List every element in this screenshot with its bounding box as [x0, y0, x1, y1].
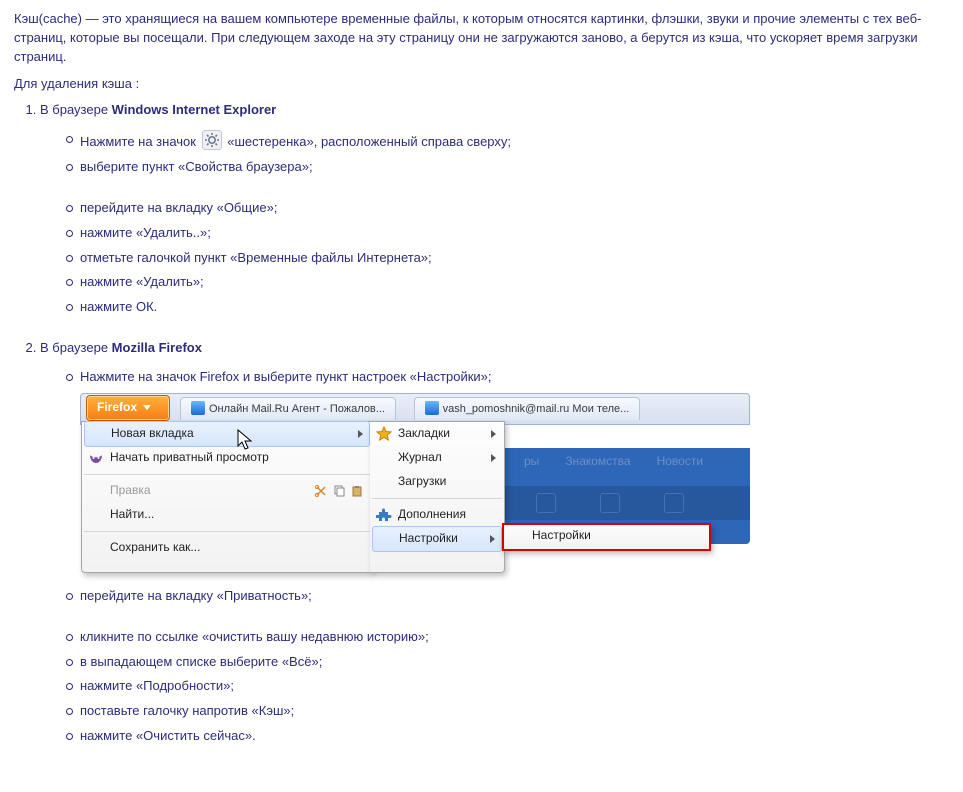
menu-item-label: Найти... [110, 506, 154, 523]
intro-paragraph: Кэш(cache) — это хранящиеся на вашем ком… [14, 10, 949, 67]
menu-item-label: Правка [110, 482, 151, 499]
menu-item-addons[interactable]: Дополнения [370, 503, 504, 527]
ff-step-4: в выпадающем списке выберите «Всё»; [66, 653, 949, 672]
ff-step-1: Нажмите на значок Firefox и выберите пун… [66, 368, 949, 387]
ie-step-4: нажмите «Удалить..»; [66, 224, 949, 243]
firefox-button-label: Firefox [97, 399, 137, 416]
ff-step-3: кликните по ссылке «очистить вашу недавн… [66, 628, 949, 647]
ff-prefix: В браузере [40, 340, 112, 355]
caret-down-icon [143, 405, 151, 410]
mask-icon [88, 450, 104, 466]
bg-text: Новости [657, 453, 703, 470]
ie-step-1: Нажмите на значок «шестеренка», располож… [66, 130, 949, 152]
menu-item-label: Настройки [532, 527, 591, 544]
browser-tab-1[interactable]: Онлайн Mail.Ru Агент - Пожалов... [180, 397, 396, 420]
section-ie: В браузере Windows Internet Explorer Наж… [40, 101, 949, 317]
firefox-button[interactable]: Firefox [86, 395, 170, 421]
menu-item-private[interactable]: Начать приватный просмотр [82, 446, 372, 470]
ff-name: Mozilla Firefox [112, 340, 202, 355]
tab-favicon [191, 401, 205, 415]
bg-text: ры [524, 453, 539, 470]
ie-step-6: нажмите «Удалить»; [66, 273, 949, 292]
submenu-item-preferences[interactable]: Настройки [504, 525, 709, 547]
submenu-arrow-icon [490, 535, 495, 543]
submenu-arrow-icon [491, 454, 496, 462]
ie-step-2: выберите пункт «Свойства браузера»; [66, 158, 949, 177]
tab-bar: Онлайн Mail.Ru Агент - Пожалов... vash_p… [180, 397, 744, 419]
menu-item-label: Журнал [398, 449, 442, 466]
firefox-menu-screenshot: Firefox Онлайн Mail.Ru Агент - Пожалов..… [80, 393, 750, 575]
main-menu-left: Новая вкладка Начать приватный просмотр … [81, 421, 373, 573]
ie-step-3: перейдите на вкладку «Общие»; [66, 199, 949, 218]
ie-prefix: В браузере [40, 102, 112, 117]
ie-step-7: нажмите ОК. [66, 298, 949, 317]
tab-favicon [425, 401, 439, 415]
menu-item-bookmarks[interactable]: Закладки [370, 422, 504, 446]
gear-icon [202, 130, 222, 150]
ff-step-2: перейдите на вкладку «Приватность»; [66, 587, 949, 606]
toolbar-icon [600, 493, 620, 513]
copy-icon[interactable] [332, 484, 346, 498]
ie-name: Windows Internet Explorer [112, 102, 277, 117]
puzzle-icon [376, 507, 392, 523]
menu-item-label: Сохранить как... [110, 539, 200, 556]
tab-2-label: vash_pomoshnik@mail.ru Мои теле... [443, 403, 630, 415]
tab-1-label: Онлайн Mail.Ru Агент - Пожалов... [209, 403, 385, 415]
menu-item-label: Загрузки [398, 473, 446, 490]
menu-separator [372, 498, 502, 499]
browser-tab-2[interactable]: vash_pomoshnik@mail.ru Мои теле... [414, 397, 641, 420]
menu-item-find[interactable]: Найти... [82, 503, 372, 527]
ff-step-7: нажмите «Очистить сейчас». [66, 727, 949, 746]
menu-separator [84, 474, 370, 475]
menu-item-save-as[interactable]: Сохранить как... [82, 536, 372, 560]
star-icon [376, 426, 392, 442]
ff-step-5: нажмите «Подробности»; [66, 677, 949, 696]
toolbar-icon [664, 493, 684, 513]
submenu-arrow-icon [491, 430, 496, 438]
menu-separator [84, 531, 370, 532]
menu-item-label: Начать приватный просмотр [110, 449, 269, 466]
cut-icon[interactable] [314, 484, 328, 498]
submenu-preferences: Настройки [502, 523, 711, 551]
ie-step-1a: Нажмите на значок [80, 134, 196, 149]
menu-item-edit: Правка [82, 479, 372, 503]
menu-item-label: Закладки [398, 425, 450, 442]
main-menu-right: Закладки Журнал Загрузки Дополнения Наст… [370, 421, 505, 573]
menu-item-preferences[interactable]: Настройки [372, 526, 502, 552]
menu-item-history[interactable]: Журнал [370, 446, 504, 470]
menu-item-label: Новая вкладка [111, 425, 194, 442]
submenu-arrow-icon [358, 430, 363, 438]
menu-item-new-tab[interactable]: Новая вкладка [84, 421, 370, 447]
lead-paragraph: Для удаления кэша : [14, 75, 949, 94]
paste-icon[interactable] [350, 484, 364, 498]
menu-item-downloads[interactable]: Загрузки [370, 470, 504, 494]
menu-item-label: Настройки [399, 530, 458, 547]
ie-step-5: отметьте галочкой пункт «Временные файлы… [66, 249, 949, 268]
menu-item-label: Дополнения [398, 506, 466, 523]
section-ff: В браузере Mozilla Firefox Нажмите на зн… [40, 339, 949, 746]
bg-text: Знакомства [565, 453, 630, 470]
ie-step-1b: «шестеренка», расположенный справа сверх… [227, 134, 511, 149]
ff-step-6: поставьте галочку напротив «Кэш»; [66, 702, 949, 721]
toolbar-icon [536, 493, 556, 513]
